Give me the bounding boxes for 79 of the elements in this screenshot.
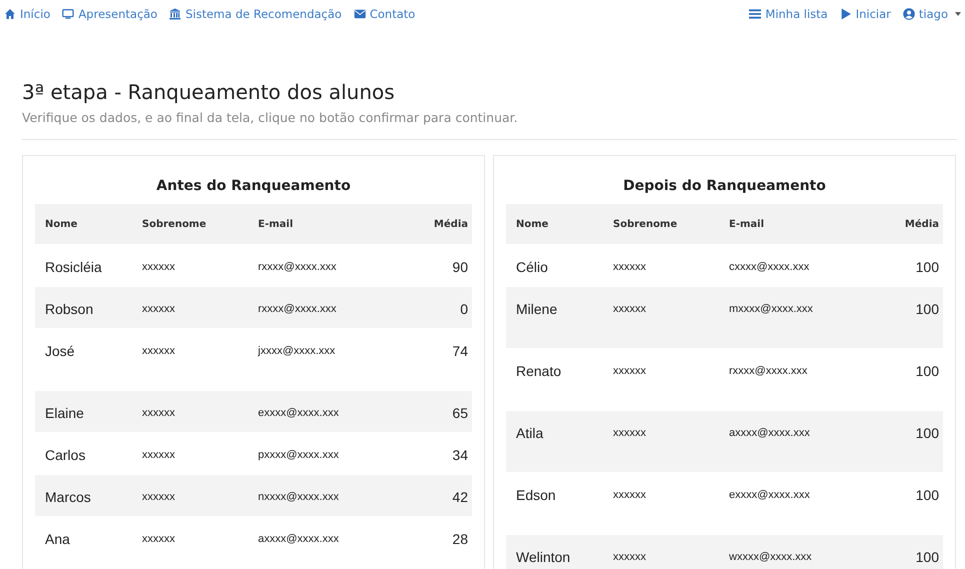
monitor-icon (62, 8, 74, 20)
table-cell-text: 100 (914, 362, 940, 379)
page-subtitle: Verifique os dados, e ao final da tela, clique no botão confirmar para continuar. (22, 110, 519, 125)
table-cell-text: 34 (451, 446, 469, 463)
nav-link[interactable]: Contato (354, 7, 416, 21)
table-cell-text: exxxx@xxxx.xxx (257, 406, 340, 419)
column-header: Sobrenome (612, 218, 678, 230)
bank-icon (169, 8, 182, 20)
table-cell-text: Atila (515, 424, 544, 441)
page-title: 3ª etapa - Ranqueamento dos alunos (22, 80, 396, 104)
table-cell-text: rxxxx@xxxx.xxx (257, 260, 338, 273)
table-cell-text: Edson (515, 486, 557, 503)
table-cell-text: Elaine (44, 404, 85, 421)
table-cell-text: wxxxx@xxxx.xxx (728, 550, 813, 563)
user-icon (902, 8, 915, 20)
table-cell-text: xxxxxx (612, 364, 647, 377)
nav-link[interactable]: Iniciar (840, 7, 891, 21)
table-cell-text: xxxxxx (612, 550, 647, 563)
table-cell-text: xxxxxx (141, 448, 176, 461)
table-cell-text: 74 (451, 342, 469, 359)
table-cell-text: Rosicléia (44, 258, 103, 275)
table-cell-text: Marcos (44, 488, 92, 505)
table-cell-text: Milene (515, 300, 558, 317)
caret-icon (955, 12, 961, 16)
table-cell-text: José (44, 342, 76, 359)
table-title: Depois do Ranqueamento (622, 178, 827, 194)
table-cell-text: 28 (451, 530, 469, 547)
table-cell-text: xxxxxx (612, 302, 647, 315)
list-icon (749, 8, 762, 20)
column-header: E-mail (728, 218, 766, 230)
table-cell-text: xxxxxx (612, 426, 647, 439)
table-cell-text: 100 (914, 300, 940, 317)
table-cell-text: xxxxxx (612, 488, 647, 501)
table-cell-text: xxxxxx (612, 260, 647, 273)
nav-link[interactable]: Minha lista (749, 7, 828, 21)
column-header: Nome (515, 218, 550, 230)
table-title: Antes do Ranqueamento (155, 178, 352, 194)
table-cell-text: 100 (914, 548, 940, 565)
nav-link[interactable]: Apresentação (62, 7, 158, 21)
table-cell-text: axxxx@xxxx.xxx (728, 426, 811, 439)
column-header: Sobrenome (141, 218, 208, 230)
nav-link[interactable]: Sistema de Recomendação (169, 7, 342, 21)
table-cell-text: Célio (515, 258, 549, 275)
envelope-icon (354, 8, 366, 20)
table-cell-text: xxxxxx (141, 302, 176, 315)
table-cell-text: 0 (459, 300, 469, 317)
table-cell-text: xxxxxx (141, 532, 176, 545)
table-cell-text: 100 (914, 258, 940, 275)
table-cell-text: Renato (515, 362, 562, 379)
table-cell-text: xxxxxx (141, 344, 176, 357)
column-header: Média (432, 218, 469, 230)
table-cell-text: axxxx@xxxx.xxx (257, 532, 340, 545)
table-cell-text: Carlos (44, 446, 86, 463)
table-cell-text: xxxxxx (141, 406, 176, 419)
column-header: Nome (44, 218, 78, 230)
table-cell-text: rxxxx@xxxx.xxx (728, 364, 808, 377)
table-cell-text: rxxxx@xxxx.xxx (257, 302, 338, 315)
table-cell-text: Ana (44, 530, 71, 547)
nav-link[interactable]: Início (4, 7, 50, 21)
table-cell-text: mxxxx@xxxx.xxx (728, 302, 814, 315)
table-cell-text: pxxxx@xxxx.xxx (257, 448, 340, 461)
table-cell-text: 90 (451, 258, 469, 275)
play-icon (840, 8, 852, 20)
table-cell-text: Robson (44, 300, 94, 317)
home-icon (4, 8, 16, 20)
table-cell-text: jxxxx@xxxx.xxx (256, 344, 336, 357)
table-cell-text: nxxxx@xxxx.xxx (257, 490, 340, 503)
column-header: E-mail (257, 218, 294, 230)
table-cell-text: exxxx@xxxx.xxx (728, 488, 811, 501)
table-cell-text: 42 (451, 488, 469, 505)
table-cell-text: 100 (914, 424, 940, 441)
column-header: Média (904, 218, 940, 230)
table-cell-text: 100 (914, 486, 940, 503)
table-cell-text: xxxxxx (141, 260, 176, 273)
table-cell-text: Welinton (515, 548, 572, 565)
table-cell-text: cxxxx@xxxx.xxx (728, 260, 810, 273)
nav-link[interactable]: tiago (902, 7, 961, 21)
table-cell-text: xxxxxx (141, 490, 176, 503)
table-cell-text: 65 (451, 404, 469, 421)
